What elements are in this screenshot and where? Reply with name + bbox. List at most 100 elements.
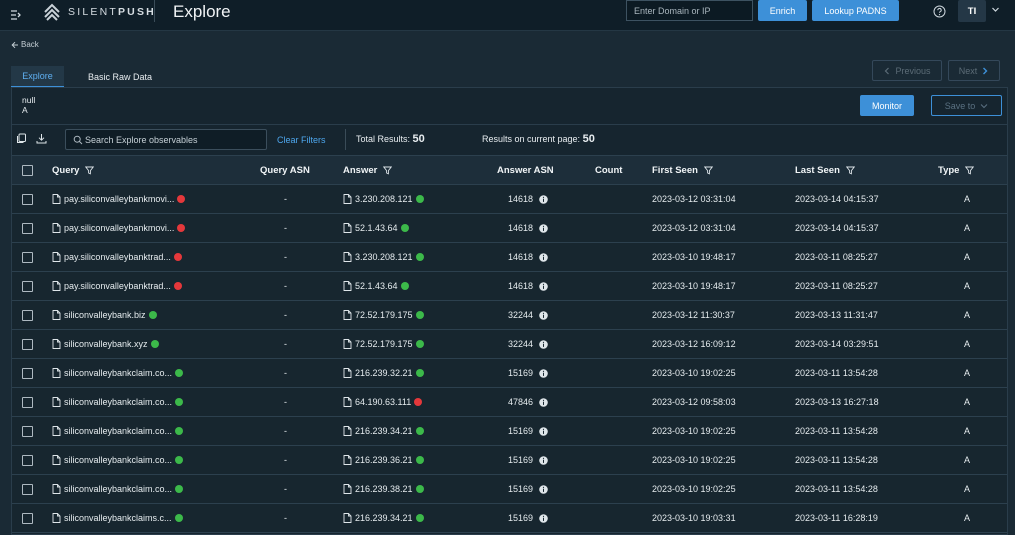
search-explore-box[interactable]	[65, 129, 267, 150]
row-checkbox[interactable]	[22, 512, 33, 524]
document-icon[interactable]	[343, 513, 352, 523]
table-row[interactable]: pay.siliconvalleybankmovi... - 3.230.208…	[12, 185, 1007, 214]
tab-explore[interactable]: Explore	[11, 66, 64, 88]
document-icon[interactable]	[52, 484, 61, 494]
document-icon[interactable]	[343, 368, 352, 378]
info-icon[interactable]	[539, 513, 548, 523]
row-checkbox[interactable]	[22, 251, 33, 263]
table-row[interactable]: pay.siliconvalleybanktrad... - 3.230.208…	[12, 243, 1007, 272]
info-icon[interactable]	[539, 368, 548, 378]
query-value[interactable]: siliconvalleybank.xyz	[64, 339, 148, 349]
table-row[interactable]: siliconvalleybankclaim.co... - 216.239.3…	[12, 446, 1007, 475]
answer-value[interactable]: 3.230.208.121	[355, 252, 413, 262]
table-row[interactable]: siliconvalleybankclaim.co... - 216.239.3…	[12, 475, 1007, 504]
query-value[interactable]: pay.siliconvalleybanktrad...	[64, 281, 171, 291]
info-icon[interactable]	[539, 426, 548, 436]
chevron-down-icon[interactable]	[991, 5, 1000, 14]
filter-icon[interactable]	[85, 166, 95, 175]
enrich-button[interactable]: Enrich	[758, 0, 807, 21]
query-value[interactable]: siliconvalleybankclaim.co...	[64, 426, 172, 436]
menu-toggle-icon[interactable]	[10, 9, 22, 21]
document-icon[interactable]	[343, 194, 352, 204]
query-value[interactable]: siliconvalleybankclaims.c...	[64, 513, 172, 523]
query-value[interactable]: siliconvalleybankclaim.co...	[64, 455, 172, 465]
document-icon[interactable]	[343, 252, 352, 262]
answer-value[interactable]: 216.239.38.21	[355, 484, 413, 494]
table-row[interactable]: pay.siliconvalleybankmovi... - 52.1.43.6…	[12, 214, 1007, 243]
document-icon[interactable]	[343, 339, 352, 349]
row-checkbox[interactable]	[22, 367, 33, 379]
info-icon[interactable]	[539, 194, 548, 204]
query-value[interactable]: siliconvalleybankclaim.co...	[64, 397, 172, 407]
answer-value[interactable]: 3.230.208.121	[355, 194, 413, 204]
answer-value[interactable]: 216.239.34.21	[355, 513, 413, 523]
query-value[interactable]: pay.siliconvalleybanktrad...	[64, 252, 171, 262]
query-value[interactable]: siliconvalleybankclaim.co...	[64, 484, 172, 494]
filter-icon[interactable]	[965, 166, 975, 175]
document-icon[interactable]	[52, 281, 61, 291]
answer-value[interactable]: 52.1.43.64	[355, 281, 398, 291]
filter-icon[interactable]	[845, 166, 855, 175]
document-icon[interactable]	[343, 310, 352, 320]
info-icon[interactable]	[539, 455, 548, 465]
answer-value[interactable]: 72.52.179.175	[355, 339, 413, 349]
row-checkbox[interactable]	[22, 309, 33, 321]
table-row[interactable]: siliconvalleybank.biz - 72.52.179.175 32…	[12, 301, 1007, 330]
domain-search-input[interactable]	[626, 0, 753, 21]
query-value[interactable]: siliconvalleybank.biz	[64, 310, 146, 320]
query-value[interactable]: pay.siliconvalleybankmovi...	[64, 223, 174, 233]
table-row[interactable]: siliconvalleybankclaims.c... - 216.239.3…	[12, 504, 1007, 533]
search-explore-input[interactable]	[85, 130, 265, 149]
document-icon[interactable]	[52, 513, 61, 523]
query-value[interactable]: pay.siliconvalleybankmovi...	[64, 194, 174, 204]
info-icon[interactable]	[539, 310, 548, 320]
answer-value[interactable]: 216.239.36.21	[355, 455, 413, 465]
row-checkbox[interactable]	[22, 222, 33, 234]
document-icon[interactable]	[52, 310, 61, 320]
answer-value[interactable]: 216.239.34.21	[355, 426, 413, 436]
document-icon[interactable]	[343, 397, 352, 407]
table-row[interactable]: siliconvalleybank.xyz - 72.52.179.175 32…	[12, 330, 1007, 359]
row-checkbox[interactable]	[22, 193, 33, 205]
row-checkbox[interactable]	[22, 280, 33, 292]
clear-filters-link[interactable]: Clear Filters	[277, 135, 326, 145]
document-icon[interactable]	[52, 194, 61, 204]
table-row[interactable]: siliconvalleybankclaim.co... - 64.190.63…	[12, 388, 1007, 417]
save-to-button[interactable]: Save to	[931, 95, 1002, 116]
row-checkbox[interactable]	[22, 454, 33, 466]
info-icon[interactable]	[539, 397, 548, 407]
answer-value[interactable]: 52.1.43.64	[355, 223, 398, 233]
info-icon[interactable]	[539, 281, 548, 291]
document-icon[interactable]	[52, 223, 61, 233]
next-page-button[interactable]: Next	[948, 60, 1000, 81]
document-icon[interactable]	[343, 426, 352, 436]
table-row[interactable]: siliconvalleybankclaim.co... - 216.239.3…	[12, 359, 1007, 388]
info-icon[interactable]	[539, 339, 548, 349]
download-icon[interactable]	[36, 133, 47, 144]
answer-value[interactable]: 216.239.32.21	[355, 368, 413, 378]
select-all-checkbox[interactable]	[22, 164, 33, 176]
document-icon[interactable]	[343, 455, 352, 465]
document-icon[interactable]	[52, 455, 61, 465]
help-icon[interactable]	[933, 5, 946, 18]
document-icon[interactable]	[52, 252, 61, 262]
document-icon[interactable]	[52, 397, 61, 407]
user-avatar[interactable]: TI	[958, 0, 986, 22]
document-icon[interactable]	[343, 281, 352, 291]
document-icon[interactable]	[52, 426, 61, 436]
lookup-padns-button[interactable]: Lookup PADNS	[812, 0, 899, 21]
query-value[interactable]: siliconvalleybankclaim.co...	[64, 368, 172, 378]
logo[interactable]: SILENTPUSH	[43, 3, 156, 21]
back-link[interactable]: Back	[11, 40, 39, 49]
previous-page-button[interactable]: Previous	[872, 60, 942, 81]
answer-value[interactable]: 72.52.179.175	[355, 310, 413, 320]
document-icon[interactable]	[343, 484, 352, 494]
table-row[interactable]: siliconvalleybankclaim.co... - 216.239.3…	[12, 417, 1007, 446]
table-row[interactable]: pay.siliconvalleybanktrad... - 52.1.43.6…	[12, 272, 1007, 301]
row-checkbox[interactable]	[22, 338, 33, 350]
document-icon[interactable]	[343, 223, 352, 233]
row-checkbox[interactable]	[22, 425, 33, 437]
copy-icon[interactable]	[16, 133, 27, 144]
answer-value[interactable]: 64.190.63.111	[355, 397, 411, 407]
document-icon[interactable]	[52, 368, 61, 378]
